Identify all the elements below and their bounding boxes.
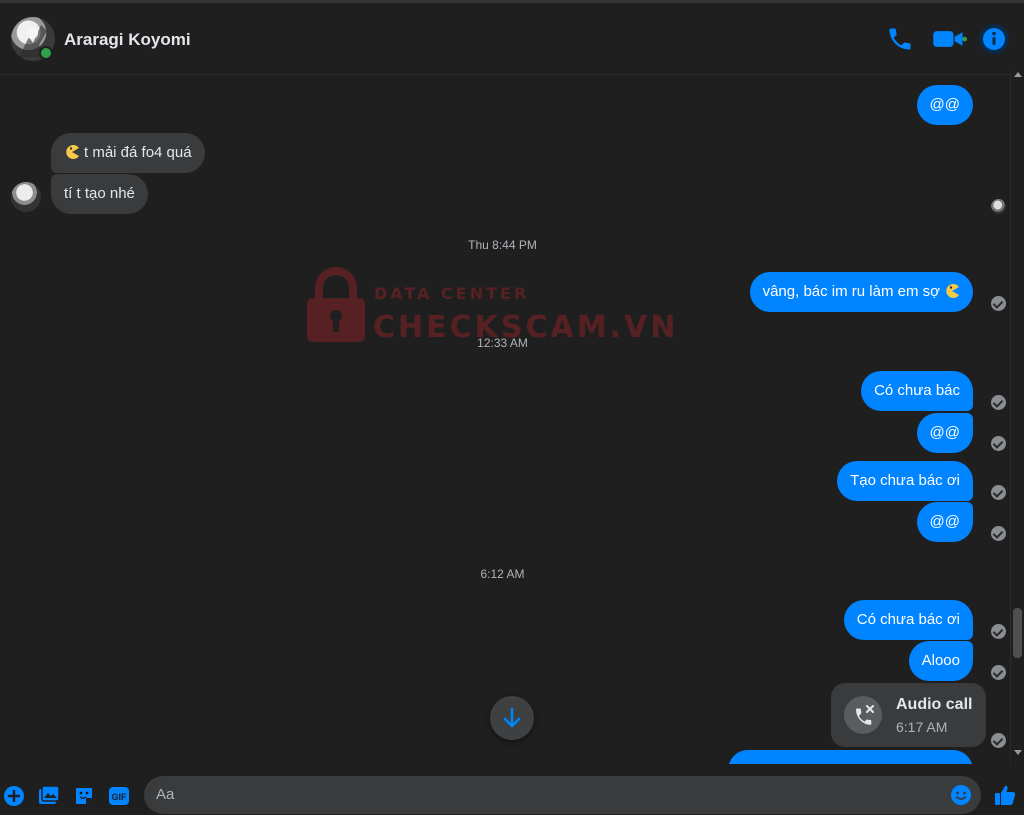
lock-icon bbox=[307, 267, 365, 342]
pacman-emoji-icon bbox=[946, 284, 959, 298]
message-outgoing[interactable]: Tạo chưa bác ơi bbox=[837, 461, 973, 501]
audio-call-card[interactable]: Audio call 6:17 AM bbox=[831, 683, 986, 747]
scroll-thumb[interactable] bbox=[1013, 608, 1022, 658]
info-button[interactable] bbox=[979, 24, 1009, 54]
message-outgoing[interactable]: @@ bbox=[916, 502, 973, 542]
contact-name[interactable]: Araragi Koyomi bbox=[64, 30, 191, 50]
chat-header: Araragi Koyomi bbox=[0, 3, 1024, 75]
message-thread[interactable]: DATA CENTER CHECKSCAM.VN @@ t mải đá fo4… bbox=[0, 76, 1010, 764]
message-outgoing[interactable]: @@ bbox=[916, 413, 973, 453]
sent-check-icon bbox=[991, 485, 1006, 500]
timestamp: 6:12 AM bbox=[480, 567, 525, 581]
scroll-to-bottom-button[interactable] bbox=[490, 696, 534, 740]
scrollbar[interactable] bbox=[1010, 70, 1024, 764]
arrow-down-icon bbox=[503, 707, 521, 728]
message-text: vâng, bác im ru làm em sợ bbox=[762, 283, 940, 300]
phone-icon[interactable] bbox=[886, 25, 914, 53]
emoji-icon[interactable] bbox=[950, 784, 972, 806]
timestamp: 12:33 AM bbox=[477, 336, 528, 350]
info-icon bbox=[983, 28, 1005, 50]
pacman-emoji-icon bbox=[66, 145, 79, 159]
sent-check-icon bbox=[991, 395, 1006, 410]
message-outgoing[interactable]: Có chưa bác ơi bbox=[843, 600, 973, 640]
missed-call-icon bbox=[844, 696, 882, 734]
thumbs-up-icon[interactable] bbox=[993, 783, 1017, 807]
svg-text:GIF: GIF bbox=[112, 792, 128, 802]
watermark-top-text: DATA CENTER bbox=[374, 284, 530, 303]
message-outgoing[interactable]: @@ bbox=[916, 85, 973, 125]
message-text: t mải đá fo4 quá bbox=[84, 144, 192, 161]
online-status-dot bbox=[39, 46, 53, 60]
sent-check-icon bbox=[991, 436, 1006, 451]
message-incoming[interactable]: tí t tạo nhé bbox=[51, 174, 148, 214]
message-input[interactable]: Aa bbox=[144, 776, 981, 814]
read-receipt-avatar bbox=[991, 199, 1006, 214]
scroll-up-arrow-icon[interactable] bbox=[1014, 72, 1022, 77]
timestamp: Thu 8:44 PM bbox=[468, 238, 537, 252]
message-incoming[interactable]: t mải đá fo4 quá bbox=[51, 133, 205, 173]
message-outgoing[interactable]: vâng, bác im ru làm em sợ bbox=[749, 272, 973, 312]
sent-check-icon bbox=[991, 733, 1006, 748]
contact-avatar-small[interactable] bbox=[11, 182, 41, 212]
scroll-down-arrow-icon[interactable] bbox=[1014, 750, 1022, 755]
sent-check-icon bbox=[991, 296, 1006, 311]
sent-check-icon bbox=[991, 665, 1006, 680]
message-outgoing[interactable]: Alooo bbox=[908, 641, 973, 681]
call-title: Audio call bbox=[896, 696, 973, 713]
message-outgoing[interactable]: Có chưa bác bbox=[861, 371, 973, 411]
sticker-icon[interactable] bbox=[73, 785, 95, 807]
call-time: 6:17 AM bbox=[896, 719, 948, 735]
sent-check-icon bbox=[991, 624, 1006, 639]
message-outgoing-partial[interactable] bbox=[728, 750, 973, 764]
watermark: DATA CENTER CHECKSCAM.VN bbox=[305, 266, 675, 346]
video-icon[interactable] bbox=[931, 25, 967, 53]
plus-icon[interactable] bbox=[3, 785, 25, 807]
message-composer: GIF Aa bbox=[0, 764, 1024, 815]
gif-icon[interactable]: GIF bbox=[108, 785, 130, 807]
sent-check-icon bbox=[991, 526, 1006, 541]
image-icon[interactable] bbox=[38, 785, 60, 807]
